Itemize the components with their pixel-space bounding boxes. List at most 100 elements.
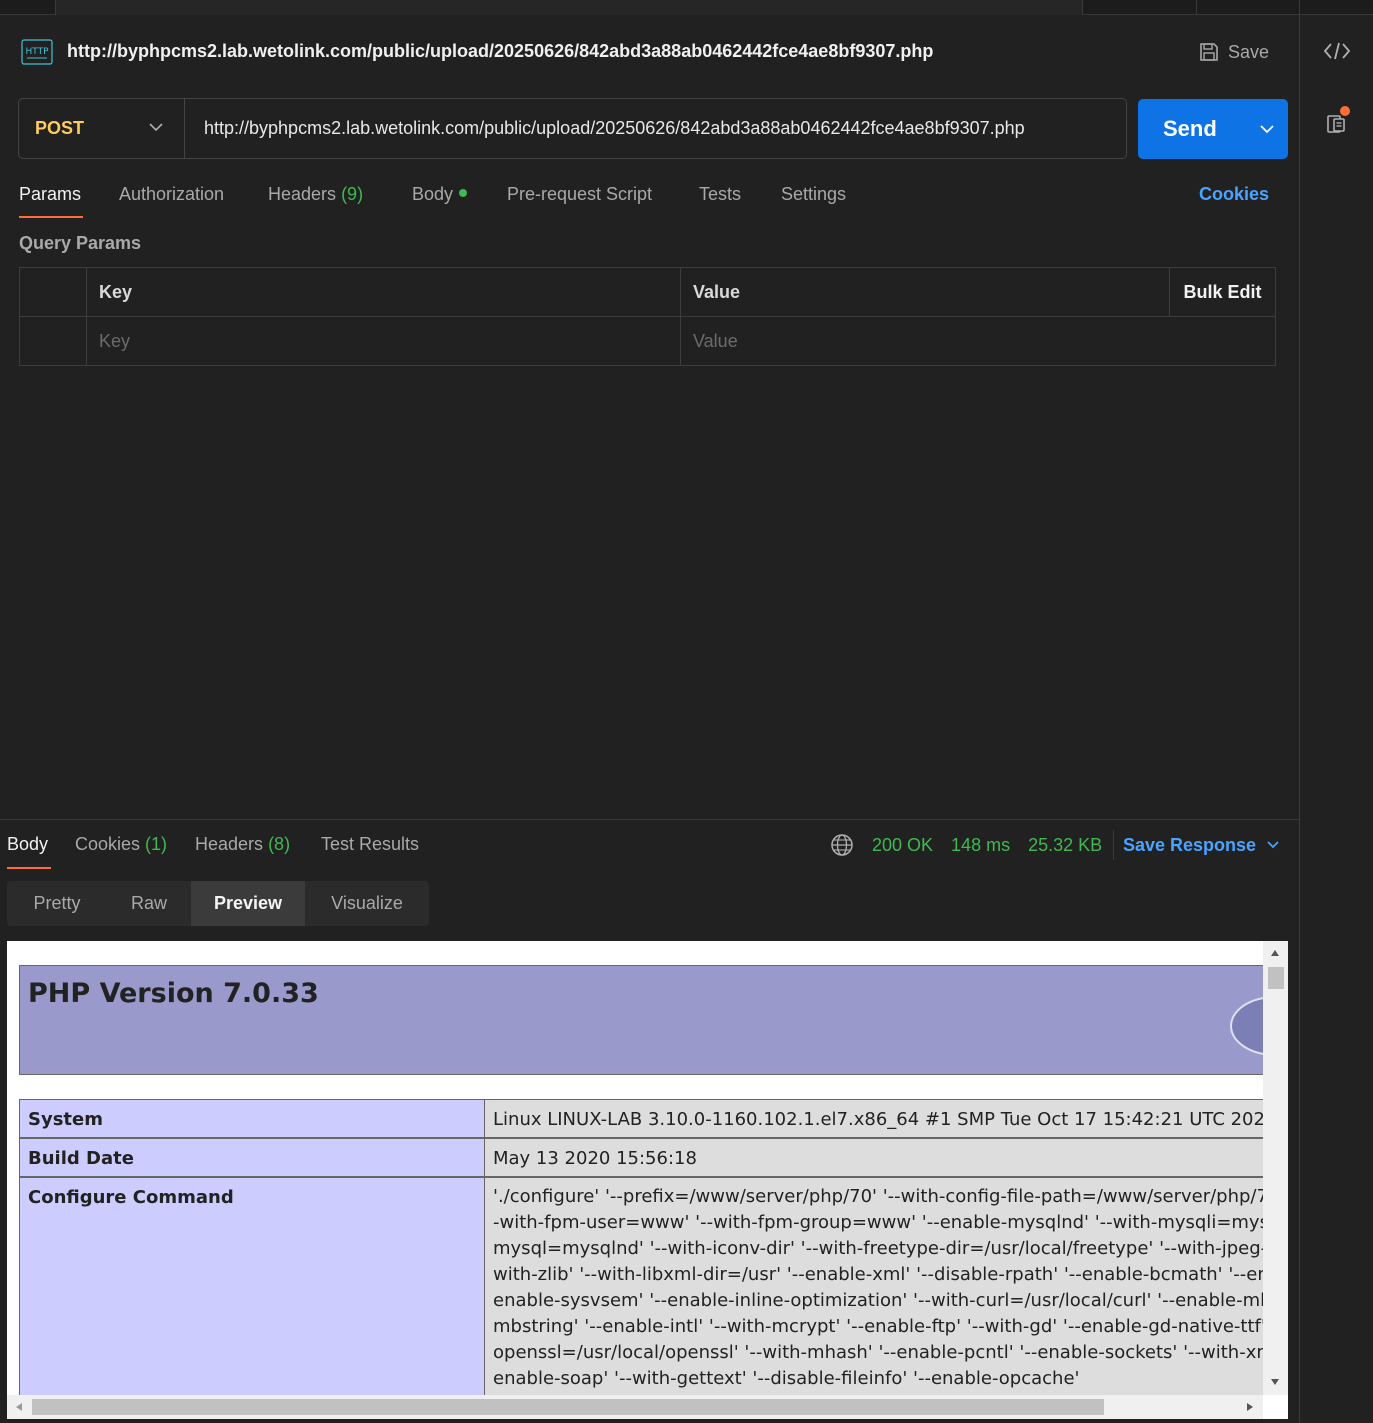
- table-row: Configure Command './configure' '--prefi…: [19, 1177, 1263, 1395]
- save-icon: [1200, 43, 1218, 61]
- table-row: System Linux LINUX-LAB 3.10.0-1160.102.1…: [19, 1099, 1263, 1138]
- tab-divider: [1196, 0, 1197, 15]
- response-tab-body[interactable]: Body: [7, 834, 48, 855]
- headers-count: (9): [341, 184, 364, 204]
- horizontal-scroll-thumb[interactable]: [32, 1399, 1104, 1415]
- phpinfo-key: System: [19, 1099, 485, 1137]
- tab-params[interactable]: Params: [19, 184, 81, 205]
- scroll-left-icon[interactable]: [15, 1402, 23, 1412]
- param-key-input[interactable]: Key: [87, 317, 681, 366]
- chevron-down-icon: [1260, 125, 1274, 134]
- view-visualize[interactable]: Visualize: [305, 881, 429, 926]
- tab-body[interactable]: Body: [412, 184, 468, 205]
- params-empty-row: Key Value: [20, 317, 1275, 366]
- response-view-modes: Pretty Raw Preview Visualize: [7, 881, 429, 926]
- phpinfo-header: PHP Version 7.0.33: [19, 965, 1263, 1075]
- phpinfo-value: May 13 2020 15:56:18: [485, 1138, 1263, 1176]
- response-time[interactable]: 148 ms: [951, 835, 1010, 856]
- response-preview: PHP Version 7.0.33 System Linux LINUX-LA…: [7, 941, 1288, 1419]
- status-code[interactable]: 200 OK: [872, 835, 933, 856]
- response-active-tab-indicator: [7, 867, 51, 869]
- vertical-scrollbar[interactable]: [1263, 941, 1288, 1395]
- configure-line: mysql=mysqlnd' '--with-iconv-dir' '--wit…: [493, 1238, 1263, 1259]
- chevron-down-icon: [1267, 841, 1279, 849]
- response-headers-count: (8): [268, 834, 291, 854]
- response-size[interactable]: 25.32 KB: [1028, 835, 1102, 856]
- send-button[interactable]: Send: [1138, 99, 1288, 159]
- url-bar: POST http://byphpcms2.lab.wetolink.com/p…: [18, 98, 1127, 159]
- query-params-label: Query Params: [19, 233, 142, 253]
- response-tab-cookies[interactable]: Cookies (1): [75, 834, 167, 855]
- cookies-link[interactable]: Cookies: [1199, 184, 1269, 205]
- code-icon[interactable]: [1322, 36, 1352, 66]
- tab-headers[interactable]: Headers (9): [268, 184, 363, 205]
- tab-pre-request-script[interactable]: Pre-request Script: [507, 184, 652, 205]
- documentation-icon[interactable]: [1322, 106, 1352, 138]
- phpinfo-key: Build Date: [19, 1138, 485, 1176]
- view-pretty[interactable]: Pretty: [7, 881, 107, 926]
- request-tabs: Params Authorization Headers (9) Body Pr…: [19, 180, 1279, 220]
- save-response-button[interactable]: Save Response: [1113, 830, 1280, 860]
- params-value-header: Value: [693, 282, 741, 302]
- body-indicator-dot: [459, 189, 468, 198]
- response-divider[interactable]: [0, 819, 1299, 820]
- send-options-dropdown[interactable]: [1246, 99, 1288, 159]
- param-value-input[interactable]: Value: [681, 317, 1275, 366]
- view-preview[interactable]: Preview: [191, 881, 305, 926]
- right-sidebar-top: [1300, 0, 1373, 15]
- scroll-down-icon[interactable]: [1270, 1378, 1280, 1386]
- params-check-header: [20, 268, 87, 317]
- view-raw[interactable]: Raw: [107, 881, 191, 926]
- phpinfo-page: PHP Version 7.0.33 System Linux LINUX-LA…: [19, 965, 1263, 1395]
- params-key-header: Key: [87, 268, 681, 317]
- tab-authorization[interactable]: Authorization: [119, 184, 224, 205]
- vertical-scroll-thumb[interactable]: [1268, 967, 1284, 989]
- php-version-title: PHP Version 7.0.33: [28, 978, 319, 1009]
- request-title-row: HTTP http://byphpcms2.lab.wetolink.com/p…: [18, 32, 1288, 72]
- phpinfo-value: './configure' '--prefix=/www/server/php/…: [485, 1177, 1263, 1395]
- http-badge-text: HTTP: [25, 47, 49, 57]
- tab-body-label: Body: [412, 184, 454, 204]
- method-select[interactable]: POST: [19, 99, 185, 158]
- save-label: Save: [1228, 41, 1270, 62]
- configure-line: with-zlib' '--with-libxml-dir=/usr' '--e…: [493, 1264, 1263, 1285]
- top-tab-strip: [0, 0, 1300, 15]
- response-tab-test-results[interactable]: Test Results: [321, 834, 419, 855]
- response-status-bar: 200 OK 148 ms 25.32 KB: [830, 830, 1102, 860]
- configure-line: enable-soap' '--with-gettext' '--disable…: [493, 1368, 1080, 1389]
- configure-line: -with-fpm-user=www' '--with-fpm-group=ww…: [493, 1212, 1263, 1233]
- save-button[interactable]: Save: [1188, 34, 1279, 70]
- globe-icon[interactable]: [830, 833, 854, 857]
- response-tab-headers[interactable]: Headers (8): [195, 834, 290, 855]
- response-tabs: Body Cookies (1) Headers (8) Test Result…: [7, 830, 1297, 870]
- configure-line: mbstring' '--enable-intl' '--with-mcrypt…: [493, 1316, 1263, 1337]
- params-header-row: Key Value Bulk Edit: [20, 268, 1275, 317]
- notification-dot: [1340, 106, 1350, 116]
- response-headers-label: Headers: [195, 834, 264, 854]
- scroll-up-icon[interactable]: [1270, 949, 1280, 957]
- configure-line: enable-sysvsem' '--enable-inline-optimiz…: [493, 1290, 1263, 1311]
- right-sidebar: [1299, 0, 1373, 1423]
- save-response-label: Save Response: [1123, 834, 1257, 855]
- params-row-checkbox[interactable]: [20, 317, 87, 366]
- horizontal-scrollbar[interactable]: [7, 1395, 1263, 1419]
- php-logo: [1230, 996, 1263, 1056]
- open-tab[interactable]: [55, 0, 1083, 15]
- scroll-right-icon[interactable]: [1246, 1402, 1254, 1412]
- method-label: POST: [35, 118, 85, 138]
- request-title[interactable]: http://byphpcms2.lab.wetolink.com/public…: [67, 41, 933, 62]
- tab-settings[interactable]: Settings: [781, 184, 846, 205]
- url-input[interactable]: http://byphpcms2.lab.wetolink.com/public…: [204, 99, 1025, 158]
- query-params-table: Key Value Bulk Edit Key Value: [19, 267, 1276, 366]
- active-tab-indicator: [19, 216, 83, 218]
- bulk-edit-button[interactable]: Bulk Edit: [1169, 268, 1275, 317]
- response-cookies-count: (1): [145, 834, 168, 854]
- chevron-down-icon: [149, 123, 163, 132]
- tab-tests[interactable]: Tests: [699, 184, 741, 205]
- table-row: Build Date May 13 2020 15:56:18: [19, 1138, 1263, 1177]
- phpinfo-value: Linux LINUX-LAB 3.10.0-1160.102.1.el7.x8…: [485, 1099, 1263, 1137]
- http-icon: HTTP: [18, 34, 56, 70]
- send-label: Send: [1163, 116, 1217, 141]
- configure-line: openssl=/usr/local/openssl' '--with-mhas…: [493, 1342, 1263, 1363]
- response-cookies-label: Cookies: [75, 834, 141, 854]
